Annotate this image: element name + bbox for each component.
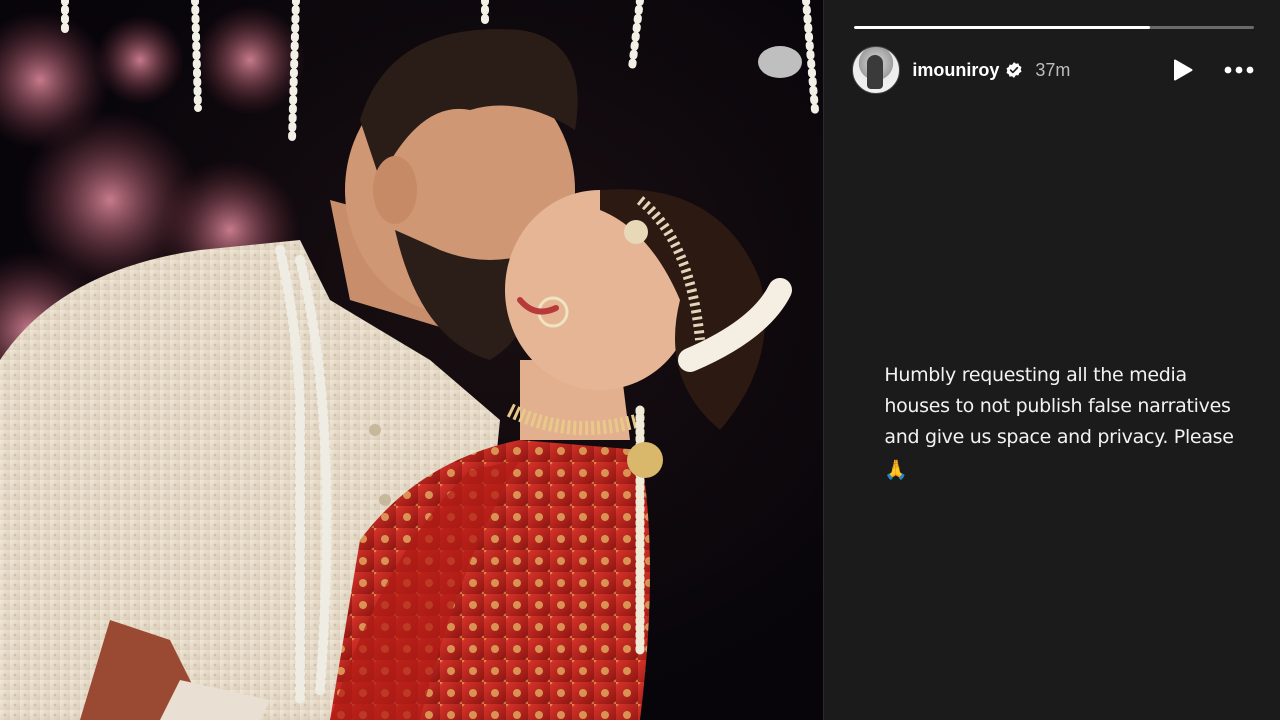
username[interactable]: imouniroy [912,60,999,81]
avatar[interactable] [852,46,901,94]
emoji-glyph: 🙏 [884,459,908,481]
story-actions [1172,58,1254,82]
praying-hands-emoji: 🙏 [884,455,1244,486]
screenshot-stage: imouniroy 37m Humbly requesting all the … [0,0,1280,720]
story-panel: imouniroy 37m Humbly requesting all the … [823,0,1280,720]
story-photo [0,0,824,720]
story-text-block: Humbly requesting all the media houses t… [884,360,1244,486]
story-progress-fill [854,26,1151,29]
wedding-photo-illustration [0,0,819,720]
story-progress-bar [854,26,1255,29]
verified-badge-icon [1005,61,1023,79]
story-time-ago: 37m [1035,59,1071,80]
more-options-icon[interactable] [1224,66,1254,74]
play-icon[interactable] [1172,58,1194,82]
story-message: Humbly requesting all the media houses t… [884,364,1234,448]
story-header: imouniroy 37m [852,44,1254,96]
